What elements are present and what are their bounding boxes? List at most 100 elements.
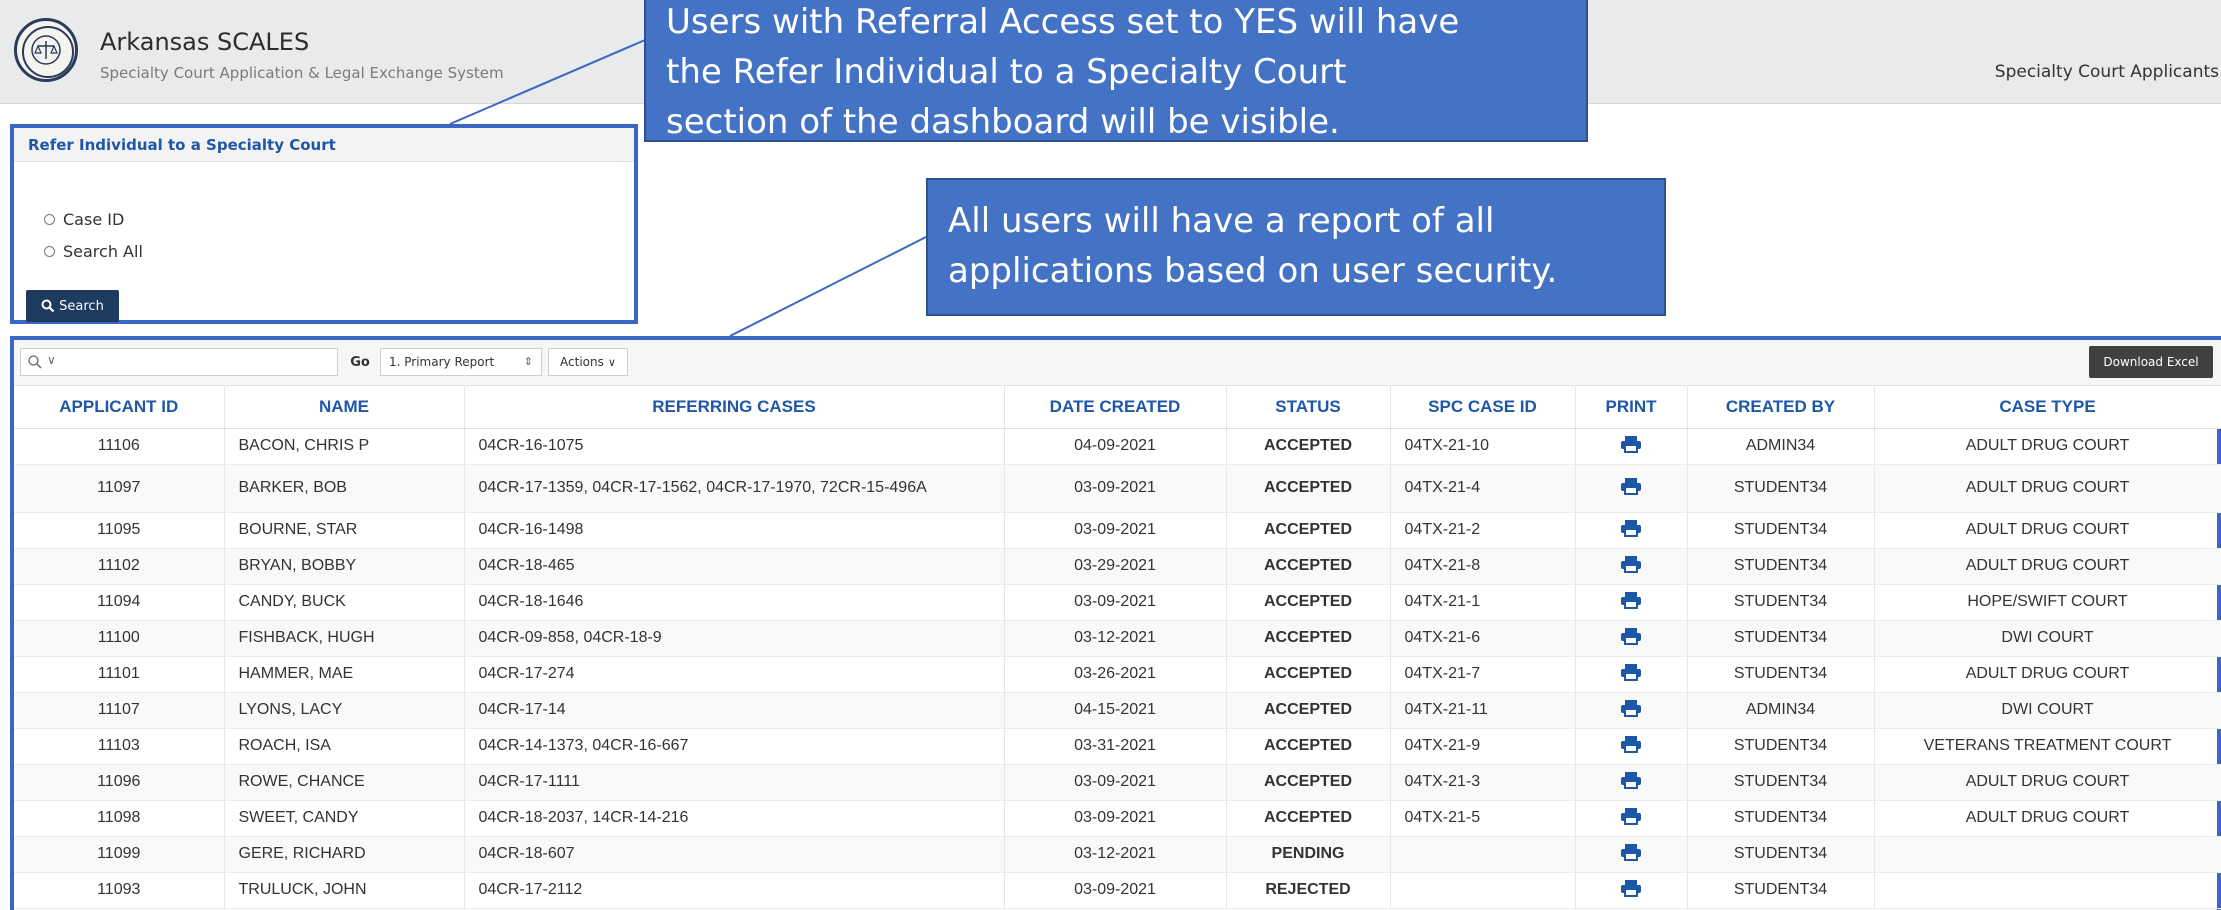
col-header-referring-cases[interactable]: REFERRING CASES	[464, 386, 1005, 429]
radio-button[interactable]	[44, 246, 55, 257]
applicant-id-link[interactable]: 11102	[14, 548, 225, 585]
printer-icon[interactable]	[1620, 735, 1642, 753]
date-created: 03-12-2021	[1004, 836, 1227, 873]
applicant-name: ROWE, CHANCE	[224, 764, 465, 801]
col-header-print[interactable]: PRINT	[1575, 386, 1688, 429]
spc-case-id: 04TX-21-6	[1390, 620, 1576, 657]
spc-case-id: 04TX-21-9	[1390, 728, 1576, 765]
applicant-id-link[interactable]: 11099	[14, 836, 225, 873]
applicant-id-link[interactable]: 11094	[14, 584, 225, 621]
print-cell	[1575, 728, 1688, 765]
applicant-id-link[interactable]: 11098	[14, 800, 225, 837]
table-row[interactable]: 11100 FISHBACK, HUGH 04CR-09-858, 04CR-18-…	[14, 620, 2221, 657]
date-created: 03-09-2021	[1004, 800, 1227, 837]
date-created: 04-09-2021	[1004, 428, 1227, 465]
col-header-name[interactable]: NAME	[224, 386, 465, 429]
col-header-status[interactable]: STATUS	[1226, 386, 1391, 429]
created-by: STUDENT34	[1687, 512, 1875, 549]
case-type: ADULT DRUG COURT	[1874, 548, 2221, 585]
referring-cases: 04CR-18-607	[464, 836, 1005, 873]
table-row[interactable]: 11096 ROWE, CHANCE 04CR-17-1111 03-09-2021 A…	[14, 764, 2221, 801]
nav-specialty-court-applicants[interactable]: Specialty Court Applicants	[1995, 62, 2219, 82]
printer-icon[interactable]	[1620, 555, 1642, 573]
print-cell	[1575, 512, 1688, 549]
callout-line: the Refer Individual to a Specialty Cour…	[666, 52, 1347, 92]
table-row[interactable]: 11102 BRYAN, BOBBY 04CR-18-465 03-29-2021 AC…	[14, 548, 2221, 585]
applicant-id-link[interactable]: 11101	[14, 656, 225, 693]
table-row[interactable]: 11097 BARKER, BOB 04CR-17-1359, 04CR-17-15…	[14, 464, 2221, 513]
table-row[interactable]: 11106 BACON, CHRIS P 04CR-16-1075 04-09-202…	[14, 428, 2221, 465]
applicant-id-link[interactable]: 11096	[14, 764, 225, 801]
table-row[interactable]: 11093 TRULUCK, JOHN 04CR-17-2112 03-09-2021…	[14, 872, 2221, 909]
state-seal-icon[interactable]	[14, 18, 78, 82]
table-row[interactable]: 11107 LYONS, LACY 04CR-17-14 04-15-2021 ACCE…	[14, 692, 2221, 729]
printer-icon[interactable]	[1620, 663, 1642, 681]
radio-label: Case ID	[63, 210, 125, 229]
case-type: HOPE/SWIFT COURT	[1874, 584, 2221, 621]
report-search-input[interactable]	[63, 351, 333, 373]
status-badge: ACCEPTED	[1226, 692, 1391, 729]
col-header-case-type[interactable]: CASE TYPE	[1874, 386, 2221, 429]
applicant-id-link[interactable]: 11097	[14, 464, 225, 513]
actions-menu-button[interactable]: Actions ∨	[548, 348, 628, 376]
refer-panel: Refer Individual to a Specialty Court Ca…	[10, 124, 638, 324]
printer-icon[interactable]	[1620, 477, 1642, 495]
report-select[interactable]: 1. Primary Report ⇕	[380, 348, 542, 376]
applicant-id-link[interactable]: 11093	[14, 872, 225, 909]
applicant-id-link[interactable]: 11095	[14, 512, 225, 549]
table-row[interactable]: 11099 GERE, RICHARD 04CR-18-607 03-12-2021 P…	[14, 836, 2221, 873]
applicant-name: BARKER, BOB	[224, 464, 465, 513]
col-header-date-created[interactable]: DATE CREATED	[1004, 386, 1227, 429]
printer-icon[interactable]	[1620, 843, 1642, 861]
refer-title-bar: Refer Individual to a Specialty Court	[14, 128, 634, 162]
printer-icon[interactable]	[1620, 807, 1642, 825]
status-badge: ACCEPTED	[1226, 800, 1391, 837]
printer-icon[interactable]	[1620, 699, 1642, 717]
print-cell	[1575, 464, 1688, 513]
referring-cases: 04CR-09-858, 04CR-18-9	[464, 620, 1005, 657]
callout-line: section of the dashboard will be visible…	[666, 102, 1340, 142]
col-header-spc-case-id[interactable]: SPC CASE ID	[1390, 386, 1576, 429]
printer-icon[interactable]	[1620, 435, 1642, 453]
printer-icon[interactable]	[1620, 519, 1642, 537]
created-by: STUDENT34	[1687, 764, 1875, 801]
radio-case-id[interactable]: Case ID	[44, 210, 124, 229]
col-header-applicant-id[interactable]: APPLICANT ID	[14, 386, 225, 429]
search-button[interactable]: Search	[26, 290, 119, 322]
printer-icon[interactable]	[1620, 591, 1642, 609]
table-row[interactable]: 11103 ROACH, ISA 04CR-14-1373, 04CR-16-667…	[14, 728, 2221, 765]
printer-icon[interactable]	[1620, 771, 1642, 789]
search-icon	[41, 299, 55, 313]
chevron-down-icon[interactable]: ∨	[47, 353, 56, 367]
printer-icon[interactable]	[1620, 627, 1642, 645]
table-row[interactable]: 11094 CANDY, BUCK 04CR-18-1646 03-09-2021 AC…	[14, 584, 2221, 621]
referring-cases: 04CR-18-2037, 14CR-14-216	[464, 800, 1005, 837]
created-by: STUDENT34	[1687, 728, 1875, 765]
table-row[interactable]: 11098 SWEET, CANDY 04CR-18-2037, 14CR-14-2…	[14, 800, 2221, 837]
created-by: STUDENT34	[1687, 800, 1875, 837]
printer-icon[interactable]	[1620, 879, 1642, 897]
created-by: STUDENT34	[1687, 836, 1875, 873]
case-type: ADULT DRUG COURT	[1874, 464, 2221, 513]
search-icon[interactable]	[27, 354, 43, 370]
col-header-created-by[interactable]: CREATED BY	[1687, 386, 1875, 429]
download-excel-button[interactable]: Download Excel	[2089, 346, 2213, 378]
table-row[interactable]: 11095 BOURNE, STAR 04CR-16-1498 03-09-2021 A…	[14, 512, 2221, 549]
spc-case-id: 04TX-21-3	[1390, 764, 1576, 801]
callout-line: Users with Referral Access set to YES wi…	[666, 2, 1460, 42]
go-button[interactable]: Go	[340, 348, 380, 376]
applicant-name: TRULUCK, JOHN	[224, 872, 465, 909]
case-type: VETERANS TREATMENT COURT	[1874, 728, 2221, 765]
callout-referral-access: Users with Referral Access set to YES wi…	[644, 0, 1588, 142]
applicant-id-link[interactable]: 11100	[14, 620, 225, 657]
applicant-id-link[interactable]: 11103	[14, 728, 225, 765]
report-search-box: ∨	[20, 348, 338, 376]
applicant-id-link[interactable]: 11107	[14, 692, 225, 729]
table-row[interactable]: 11101 HAMMER, MAE 04CR-17-274 03-26-2021 ACC…	[14, 656, 2221, 693]
radio-search-all[interactable]: Search All	[44, 242, 143, 261]
print-cell	[1575, 764, 1688, 801]
radio-button[interactable]	[44, 214, 55, 225]
spc-case-id: 04TX-21-1	[1390, 584, 1576, 621]
applicant-id-link[interactable]: 11106	[14, 428, 225, 465]
case-type: ADULT DRUG COURT	[1874, 428, 2221, 465]
